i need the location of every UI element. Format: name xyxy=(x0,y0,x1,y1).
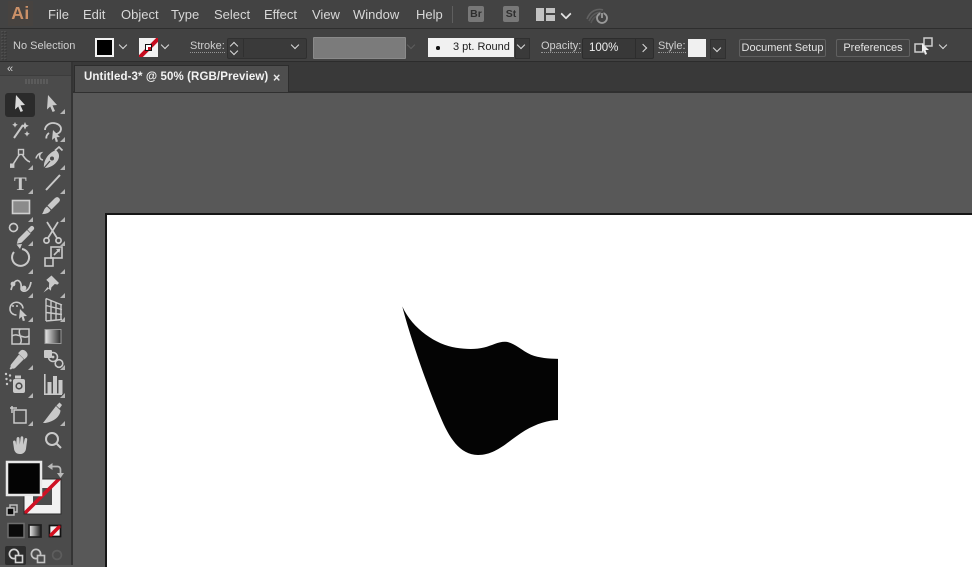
svg-text:T: T xyxy=(14,174,27,195)
